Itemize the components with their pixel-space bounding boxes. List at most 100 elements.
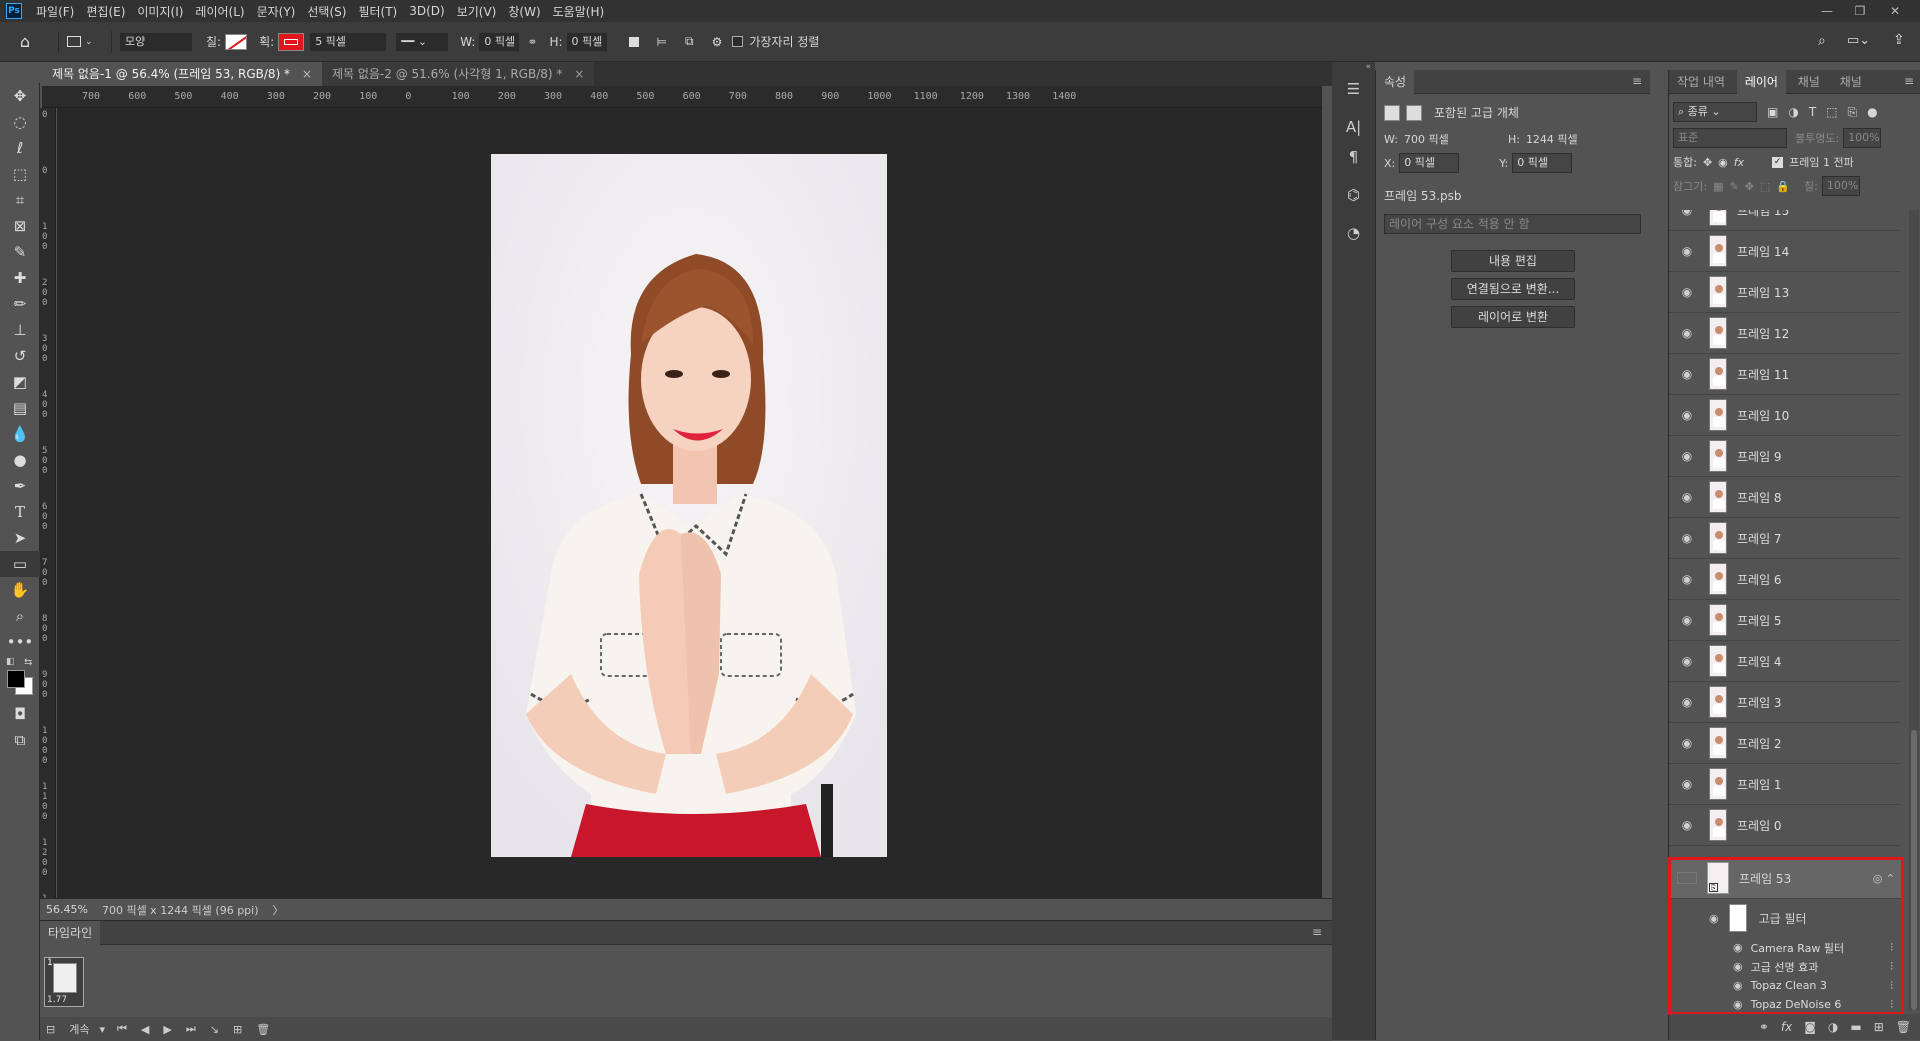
menu-type[interactable]: 문자(Y) xyxy=(251,3,302,20)
layer-name[interactable]: 프레임 15 xyxy=(1737,210,1789,219)
status-menu-icon[interactable]: 〉 xyxy=(273,902,284,918)
unify-visibility-icon[interactable]: ◉ xyxy=(1718,156,1728,169)
menu-file[interactable]: 파일(F) xyxy=(30,3,80,20)
fill-swatch[interactable] xyxy=(225,33,248,50)
frame-delay[interactable]: 1.77 xyxy=(47,995,67,1005)
layer-row[interactable]: ◉ 프레임 12 xyxy=(1669,313,1901,354)
frame-tool-icon[interactable]: ⊠ xyxy=(0,213,40,239)
layer-name[interactable]: 프레임 0 xyxy=(1737,817,1782,834)
layer-name[interactable]: 프레임 14 xyxy=(1737,243,1789,260)
stroke-type-select[interactable]: ━━ ⌄ xyxy=(396,32,449,51)
tab-document-2[interactable]: 제목 없음-2 @ 51.6% (사각형 1, RGB/8) * × xyxy=(321,62,595,86)
mode-select[interactable]: 모양 xyxy=(120,32,192,51)
visibility-eye-icon[interactable]: ◉ xyxy=(1677,777,1697,791)
menu-image[interactable]: 이미지(I) xyxy=(131,3,189,20)
visibility-eye-icon[interactable]: ◉ xyxy=(1677,210,1697,217)
x-field[interactable]: 0 픽셀 xyxy=(1399,153,1460,173)
menu-3d[interactable]: 3D(D) xyxy=(403,4,450,18)
pen-tool-icon[interactable]: ✒ xyxy=(0,473,40,499)
document-image[interactable] xyxy=(491,154,887,857)
filter-type-icon[interactable]: T xyxy=(1809,105,1816,119)
tool-preset-picker[interactable]: ⌄ xyxy=(67,36,103,47)
layer-name[interactable]: 프레임 12 xyxy=(1737,325,1789,342)
menu-select[interactable]: 선택(S) xyxy=(301,3,352,20)
quick-mask-icon[interactable]: ◘ xyxy=(0,701,40,727)
filter-pixel-icon[interactable]: ▣ xyxy=(1767,105,1778,119)
history-brush-tool-icon[interactable]: ↺ xyxy=(0,343,40,369)
fx-icon[interactable]: fx xyxy=(1781,1020,1792,1034)
adjustments-icon[interactable]: ◔ xyxy=(1332,218,1375,248)
layer-row[interactable]: ◉ 프레임 2 xyxy=(1669,723,1901,764)
duplicate-frame-icon[interactable]: ⊞ xyxy=(233,1023,242,1036)
convert-to-linked-button[interactable]: 연결됨으로 변환... xyxy=(1451,278,1575,300)
marquee-tool-icon[interactable]: ◌ xyxy=(0,109,40,135)
layer-name[interactable]: 프레임 11 xyxy=(1737,366,1789,383)
minimize-icon[interactable]: — xyxy=(1812,0,1842,22)
filter-toggle-icon[interactable]: ● xyxy=(1867,105,1877,119)
visibility-eye-icon[interactable]: ◉ xyxy=(1677,736,1697,750)
width-field[interactable]: 0 픽셀 xyxy=(479,32,520,51)
filter-kind-select[interactable]: ⌕ 종류 ⌄ xyxy=(1673,102,1757,122)
layer-comp-select[interactable]: 레이어 구성 요소 적용 안 함 xyxy=(1384,214,1641,234)
layer-name[interactable]: 프레임 8 xyxy=(1737,489,1782,506)
tween-icon[interactable]: ↘ xyxy=(210,1023,219,1036)
propagate-checkbox[interactable]: ✓ xyxy=(1772,156,1784,168)
layer-name[interactable]: 프레임 4 xyxy=(1737,653,1782,670)
rectangle-tool-icon[interactable]: ▭ xyxy=(0,551,40,577)
collapse-icon[interactable]: « xyxy=(1332,62,1375,74)
gradient-tool-icon[interactable]: ▤ xyxy=(0,395,40,421)
play-icon[interactable]: ▶ xyxy=(163,1023,171,1036)
filter-smart-icon[interactable]: ⎘ xyxy=(1848,105,1858,120)
layer-row[interactable]: ◉ 프레임 8 xyxy=(1669,477,1901,518)
more-tools-icon[interactable]: ••• xyxy=(0,629,40,655)
eyedropper-tool-icon[interactable]: ✎ xyxy=(0,239,40,265)
panel-menu-icon[interactable]: ≡ xyxy=(1312,925,1322,939)
layer-name[interactable]: 프레임 10 xyxy=(1737,407,1789,424)
character-icon[interactable]: A| xyxy=(1332,112,1375,142)
align-edges-checkbox[interactable] xyxy=(732,36,744,47)
frame-thumbnail[interactable]: 1 1.77 xyxy=(44,957,84,1007)
layer-name[interactable]: 프레임 7 xyxy=(1737,530,1782,547)
trash-icon[interactable]: 🗑 xyxy=(1896,1020,1911,1034)
filter-shape-icon[interactable]: ⬚ xyxy=(1826,105,1837,119)
visibility-eye-icon[interactable]: ◉ xyxy=(1677,285,1697,299)
lock-pixels-icon[interactable]: ✎ xyxy=(1729,180,1738,193)
blur-tool-icon[interactable]: 💧 xyxy=(0,421,40,447)
visibility-eye-icon[interactable]: ◉ xyxy=(1677,818,1697,832)
visibility-eye-icon[interactable]: ◉ xyxy=(1677,490,1697,504)
lock-all-icon[interactable]: 🔒 xyxy=(1776,180,1790,193)
path-arrangement-icon[interactable]: ⧉ xyxy=(685,34,694,49)
panel-menu-icon[interactable]: ≡ xyxy=(1632,74,1642,88)
close-tab-icon[interactable]: × xyxy=(574,67,584,81)
default-colors-icon[interactable]: ◧ xyxy=(6,657,15,667)
visibility-eye-icon[interactable]: ◉ xyxy=(1677,326,1697,340)
dodge-tool-icon[interactable]: ● xyxy=(0,447,40,473)
layers-scrollbar[interactable] xyxy=(1909,210,1919,1010)
visibility-eye-icon[interactable]: ◉ xyxy=(1677,449,1697,463)
paths-icon[interactable]: ⌬ xyxy=(1332,180,1375,210)
loop-options[interactable]: 계속 xyxy=(69,1021,89,1037)
hand-tool-icon[interactable]: ✋ xyxy=(0,577,40,603)
tab-document-1[interactable]: 제목 없음-1 @ 56.4% (프레임 53, RGB/8) * × xyxy=(42,62,322,86)
layer-row[interactable]: ◉ 프레임 1 xyxy=(1669,764,1901,805)
visibility-eye-icon[interactable]: ◉ xyxy=(1677,695,1697,709)
lock-position-icon[interactable]: ✥ xyxy=(1745,180,1754,193)
layer-name[interactable]: 프레임 3 xyxy=(1737,694,1782,711)
move-tool-icon[interactable]: ✥ xyxy=(0,83,40,109)
share-icon[interactable]: ⇪ xyxy=(1893,32,1905,48)
unify-style-icon[interactable]: fx xyxy=(1734,156,1744,169)
menu-help[interactable]: 도움말(H) xyxy=(547,3,611,20)
crop-tool-icon[interactable]: ⌗ xyxy=(0,187,40,213)
tab-history[interactable]: 작업 내역 xyxy=(1669,70,1733,94)
type-tool-icon[interactable]: T xyxy=(0,499,40,525)
visibility-eye-icon[interactable]: ◉ xyxy=(1677,613,1697,627)
clone-stamp-tool-icon[interactable]: ⊥ xyxy=(0,317,40,343)
layer-name[interactable]: 프레임 9 xyxy=(1737,448,1782,465)
tab-properties[interactable]: 속성 xyxy=(1376,70,1415,94)
zoom-level[interactable]: 56.45% xyxy=(46,903,88,916)
layer-row[interactable]: ◉ 프레임 7 xyxy=(1669,518,1901,559)
convert-to-layers-button[interactable]: 레이어로 변환 xyxy=(1451,306,1575,328)
close-icon[interactable]: ✕ xyxy=(1880,0,1910,22)
timeline-tab[interactable]: 타임라인 xyxy=(40,920,101,945)
visibility-eye-icon[interactable]: ◉ xyxy=(1677,408,1697,422)
